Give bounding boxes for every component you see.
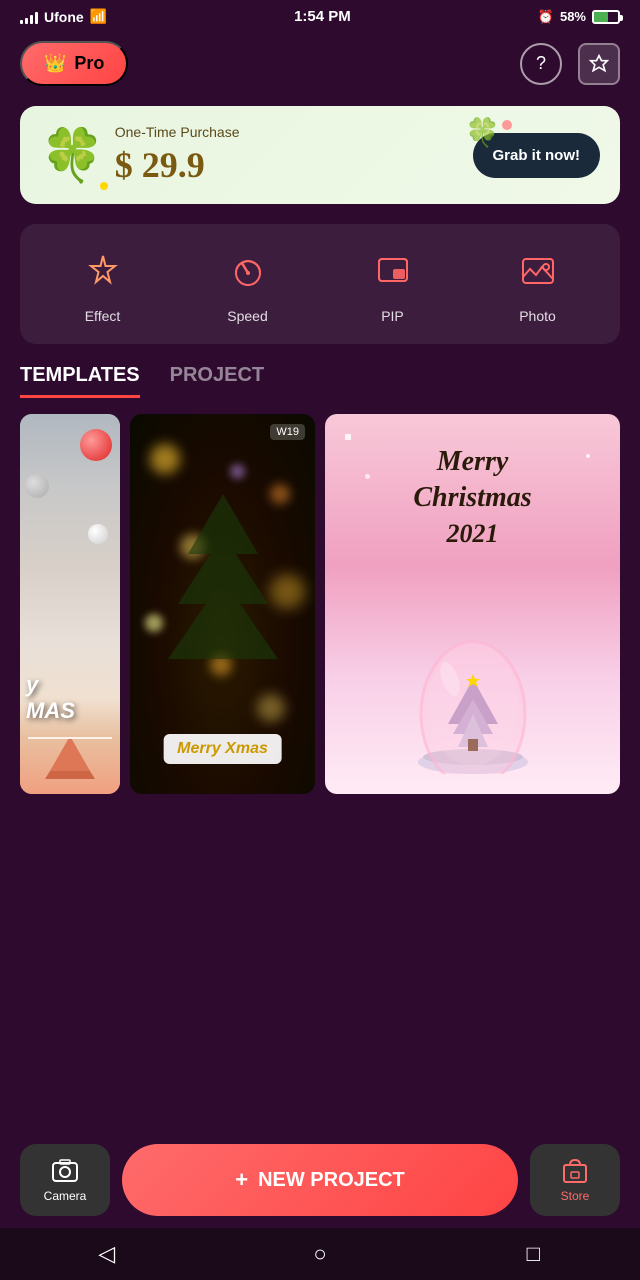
crown-icon: 👑 <box>44 53 66 74</box>
photo-icon <box>511 244 565 298</box>
tool-pip[interactable]: PIP <box>366 244 420 324</box>
template-preview-3: Merry Christmas 2021 <box>325 414 620 794</box>
template2-badge: W19 <box>270 424 305 440</box>
top-nav: 👑 Pro ? <box>0 33 640 98</box>
effect-icon <box>76 244 130 298</box>
pro-badge-button[interactable]: 👑 Pro <box>20 41 128 86</box>
plus-icon: + <box>235 1167 248 1193</box>
speed-label: Speed <box>227 308 267 324</box>
templates-grid: yMAS <box>0 414 640 794</box>
signal-icon <box>20 10 38 24</box>
promo-text: One-Time Purchase $ 29.9 <box>115 124 463 186</box>
wifi-icon: 📶 <box>90 8 107 25</box>
new-project-button[interactable]: + NEW PROJECT <box>122 1144 518 1216</box>
template-preview-2: W19 Merry Xmas <box>130 414 315 794</box>
store-button[interactable]: Store <box>530 1144 620 1216</box>
alarm-icon: ⏰ <box>538 9 554 25</box>
tool-effect[interactable]: Effect <box>76 244 130 324</box>
tool-photo[interactable]: Photo <box>511 244 565 324</box>
effect-label: Effect <box>85 308 121 324</box>
template1-partial-text: yMAS <box>26 672 75 724</box>
tabs-section: TEMPLATES PROJECT <box>0 364 640 398</box>
bottom-nav: Camera + NEW PROJECT Store <box>0 1132 640 1228</box>
home-button[interactable]: ○ <box>290 1234 350 1274</box>
tab-project[interactable]: PROJECT <box>170 364 264 398</box>
speed-icon <box>221 244 275 298</box>
settings-button[interactable] <box>578 43 620 85</box>
pip-label: PIP <box>381 308 404 324</box>
promo-price: $ 29.9 <box>115 144 463 186</box>
promo-dot-yellow <box>100 182 108 190</box>
carrier-label: Ufone <box>44 9 84 25</box>
help-button[interactable]: ? <box>520 43 562 85</box>
store-label: Store <box>561 1189 590 1203</box>
nav-icons: ? <box>520 43 620 85</box>
promo-title: One-Time Purchase <box>115 124 463 140</box>
template2-text: Merry Xmas <box>177 740 268 757</box>
promo-banner: 🍀 One-Time Purchase $ 29.9 🍀 Grab it now… <box>20 106 620 204</box>
tmpl2-tree-silhouette <box>153 494 293 659</box>
help-icon: ? <box>536 53 546 74</box>
settings-icon <box>589 54 609 74</box>
template3-dome <box>408 624 538 774</box>
camera-button[interactable]: Camera <box>20 1144 110 1216</box>
status-left: Ufone 📶 <box>20 8 107 25</box>
clock: 1:54 PM <box>294 8 351 25</box>
camera-icon <box>51 1157 79 1185</box>
system-nav-bar: ◁ ○ □ <box>0 1228 640 1280</box>
template-card-3[interactable]: Merry Christmas 2021 <box>325 414 620 794</box>
tools-section: Effect Speed PIP <box>20 224 620 344</box>
photo-label: Photo <box>519 308 556 324</box>
recents-button[interactable]: □ <box>503 1234 563 1274</box>
status-bar: Ufone 📶 1:54 PM ⏰ 58% <box>0 0 640 33</box>
pip-icon <box>366 244 420 298</box>
tab-templates[interactable]: TEMPLATES <box>20 364 140 398</box>
battery-icon <box>592 10 620 24</box>
template3-title: Merry Christmas 2021 <box>325 444 620 551</box>
template-card-2[interactable]: W19 Merry Xmas <box>130 414 315 794</box>
store-icon <box>561 1157 589 1185</box>
back-button[interactable]: ◁ <box>77 1234 137 1274</box>
template-card-1[interactable]: yMAS <box>20 414 120 794</box>
clover-icon: 🍀 <box>40 125 105 186</box>
battery-percent: 58% <box>560 9 586 24</box>
template-preview-1: yMAS <box>20 414 120 794</box>
tabs-row: TEMPLATES PROJECT <box>20 364 620 398</box>
template1-tree <box>45 739 95 789</box>
status-right: ⏰ 58% <box>538 9 620 25</box>
camera-label: Camera <box>44 1189 87 1203</box>
tool-speed[interactable]: Speed <box>221 244 275 324</box>
new-project-label: NEW PROJECT <box>258 1169 405 1192</box>
pro-label: Pro <box>74 53 104 74</box>
template2-overlay: Merry Xmas <box>163 734 282 764</box>
promo-dot-pink <box>502 120 512 130</box>
clover-right-icon: 🍀 <box>465 116 500 149</box>
